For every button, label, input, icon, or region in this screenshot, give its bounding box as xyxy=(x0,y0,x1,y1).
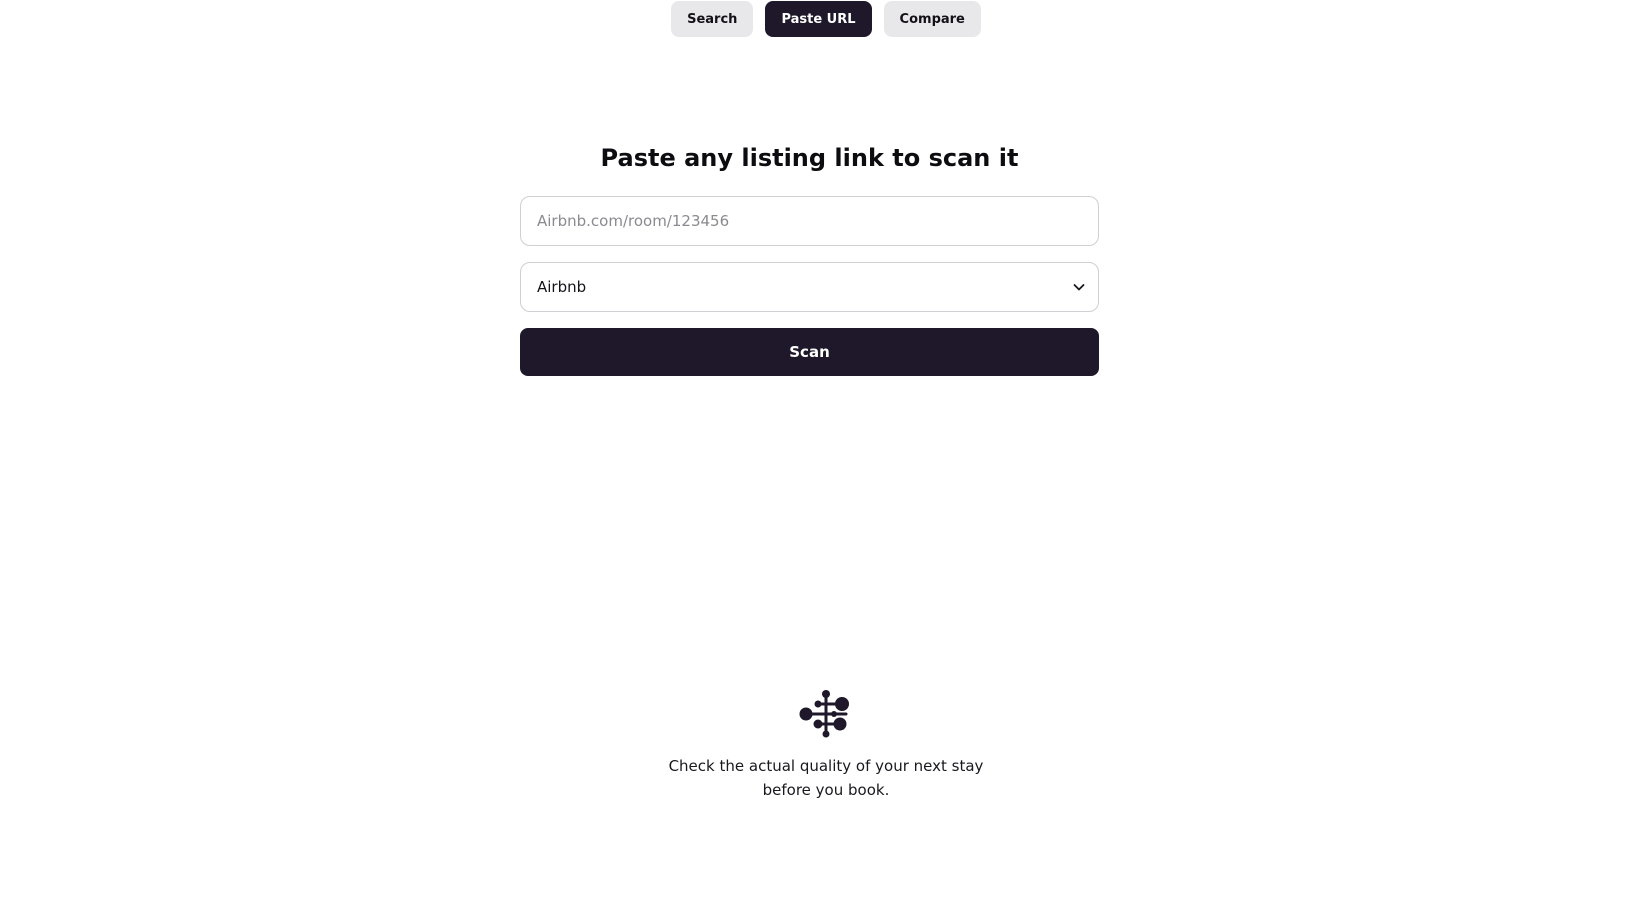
scan-button[interactable]: Scan xyxy=(520,328,1099,376)
tab-compare[interactable]: Compare xyxy=(883,1,981,37)
page: Search Paste URL Compare Paste any listi… xyxy=(0,0,1652,924)
platform-select[interactable]: Airbnb xyxy=(520,262,1099,312)
page-title: Paste any listing link to scan it xyxy=(600,144,1019,172)
tagline: Check the actual quality of your next st… xyxy=(666,754,986,802)
molecule-logo-icon xyxy=(799,690,849,738)
mode-tabs: Search Paste URL Compare xyxy=(0,1,1652,37)
scan-form: Paste any listing link to scan it Airbnb… xyxy=(520,140,1099,376)
tab-search[interactable]: Search xyxy=(671,1,754,37)
tab-paste-url[interactable]: Paste URL xyxy=(765,1,872,37)
footer: Check the actual quality of your next st… xyxy=(0,690,1652,802)
listing-url-input[interactable] xyxy=(520,196,1099,246)
chevron-down-icon xyxy=(1073,284,1085,291)
platform-selected-value: Airbnb xyxy=(537,278,587,296)
platform-select-wrapper: Airbnb xyxy=(520,262,1099,312)
tagline-line-1: Check the actual quality of your next st… xyxy=(668,757,984,775)
tagline-line-2: before you book. xyxy=(762,781,890,799)
